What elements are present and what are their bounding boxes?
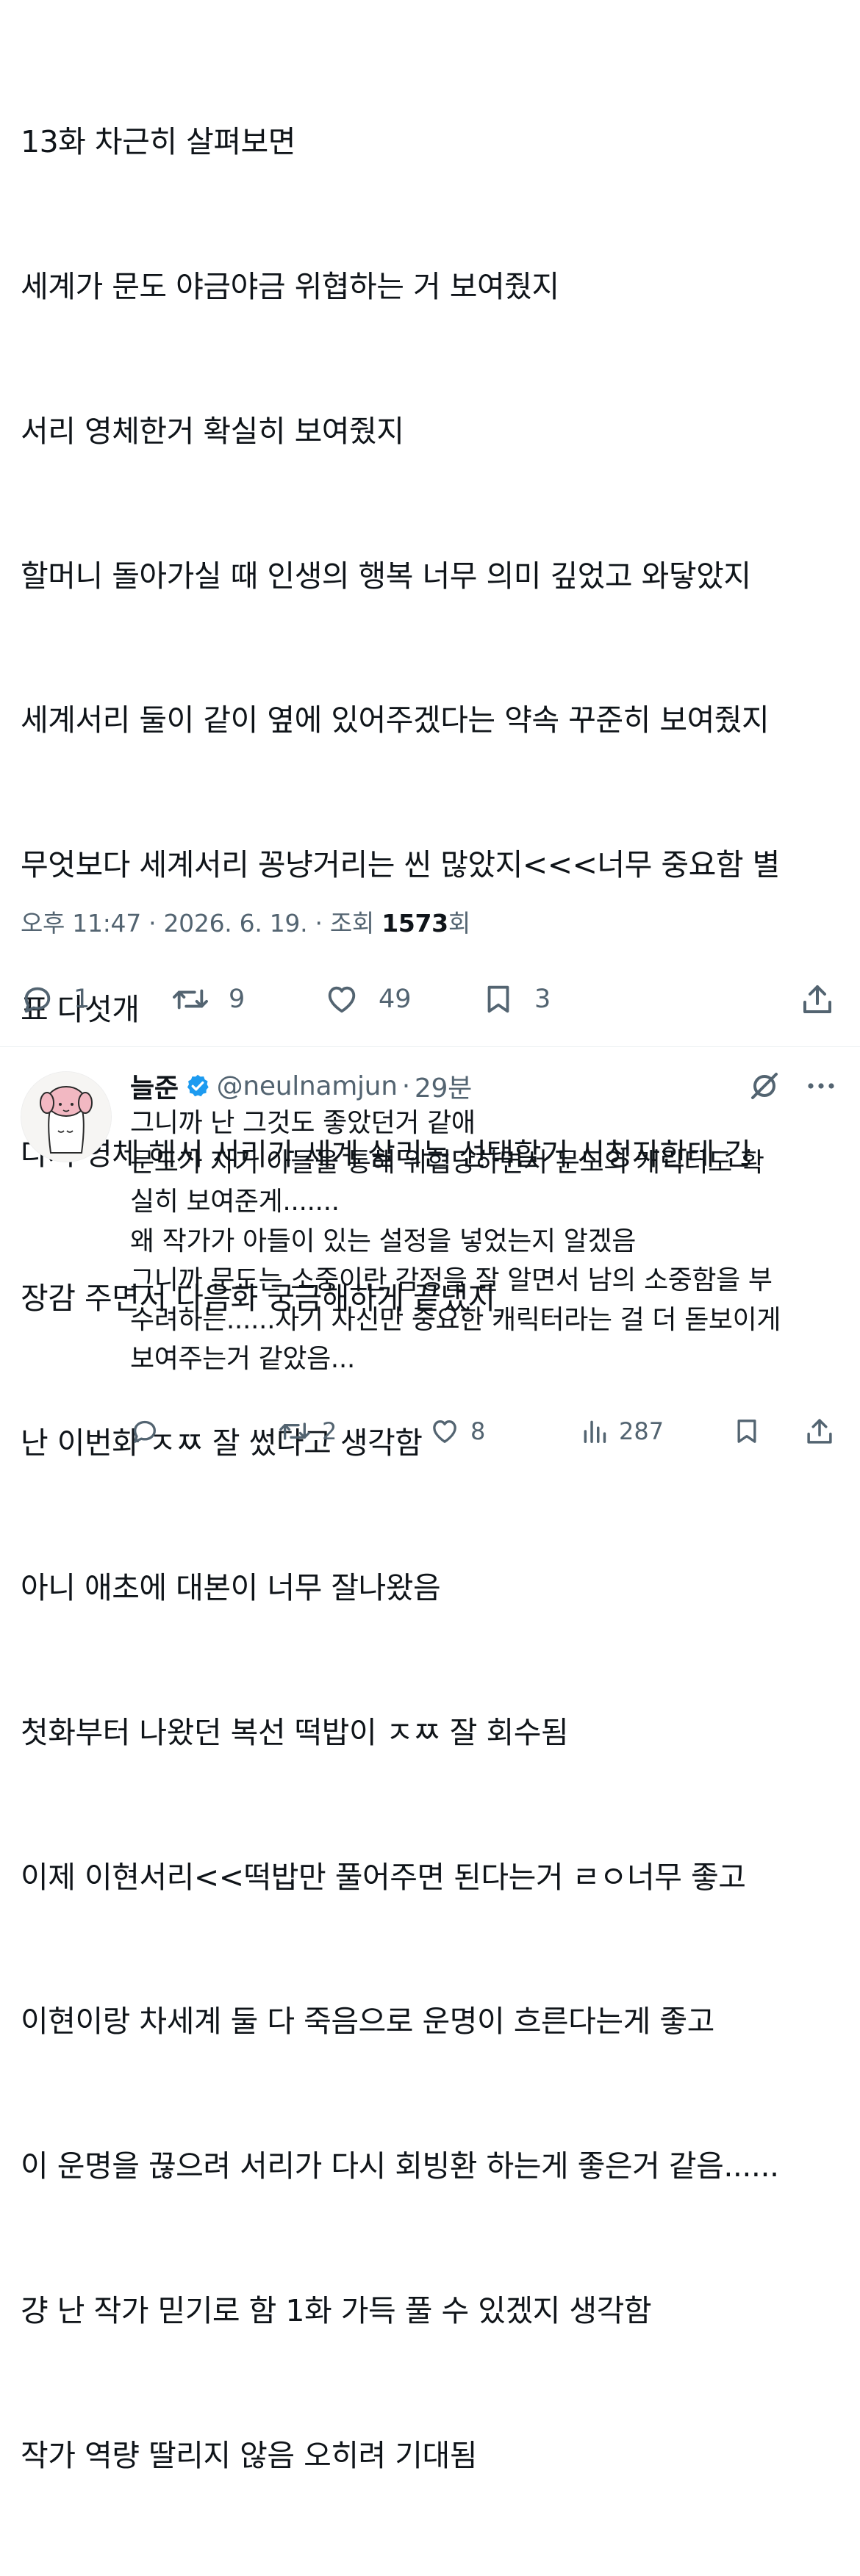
reply-icon — [130, 1417, 160, 1446]
views-icon — [581, 1417, 609, 1445]
bookmark-icon — [481, 982, 515, 1017]
reply-views-button[interactable]: 287 — [581, 1409, 664, 1453]
reply-like-button[interactable]: 8 — [429, 1409, 485, 1453]
reply-time[interactable]: 29분 — [415, 1067, 472, 1105]
divider — [0, 1046, 860, 1047]
like-icon — [429, 1417, 460, 1446]
reply-line: 그니까 난 그것도 좋았던거 같애 — [130, 1108, 476, 1138]
tweet-line: 작가 역량 딸리지 않음 오히려 기대됨 — [21, 2437, 477, 2473]
reply-reply-button[interactable] — [130, 1409, 170, 1453]
display-name[interactable]: 늘준 — [130, 1067, 179, 1105]
reply-line: 수려하는......자기 자신만 중요한 캐릭터라는 걸 더 돋보이게 — [130, 1304, 781, 1335]
reply-icon — [21, 982, 54, 1016]
reply-action-bar: 2 8 287 — [0, 1409, 860, 1453]
tweet-line: 세계가 문도 야금야금 위협하는 거 보여줬지 — [21, 268, 559, 304]
reply-retweet-count: 2 — [322, 1417, 337, 1445]
handle[interactable]: @neulnamjun — [217, 1071, 398, 1101]
reply-like-count: 8 — [470, 1417, 486, 1445]
reply-view-count: 287 — [619, 1417, 664, 1445]
more-icon[interactable] — [803, 1068, 839, 1104]
tweet-meta: 오후 11:47 · 2026. 6. 19. · 조회 1573회 — [21, 904, 470, 939]
retweet-icon — [278, 1417, 312, 1446]
tweet-line: 할머니 돌아가실 때 인생의 행복 너무 의미 깊었고 와닿았지 — [21, 558, 751, 594]
retweet-count: 9 — [229, 985, 246, 1014]
verified-badge-icon — [184, 1073, 211, 1099]
bookmark-button[interactable]: 3 — [481, 970, 551, 1029]
reply-line: 실히 보여준게....... — [130, 1187, 340, 1217]
tweet-line: 세계서리 둘이 같이 옆에 있어주겠다는 약속 꾸준히 보여줬지 — [21, 702, 770, 738]
share-icon — [800, 982, 835, 1017]
reply-line: 보여주는거 같았음... — [130, 1344, 355, 1374]
like-button[interactable]: 49 — [324, 970, 412, 1029]
reply-retweet-button[interactable]: 2 — [278, 1409, 337, 1453]
share-icon — [804, 1416, 835, 1447]
retweet-button[interactable]: 9 — [171, 970, 245, 1029]
reply-button[interactable]: 1 — [21, 970, 90, 1029]
tweet-line: 무엇보다 세계서리 꽁냥거리는 씬 많았지<<<너무 중요함 별 — [21, 847, 780, 883]
tweet-timestamp[interactable]: 오후 11:47 · 2026. 6. 19. · 조회 — [21, 909, 381, 938]
tweet-line: 이 운명을 끊으려 서리가 다시 회빙환 하는게 좋은거 같음...... — [21, 2148, 779, 2184]
reply-text: 그니까 난 그것도 좋았던거 같애 문도가 자기 아들을 통해 위협당하면서 문… — [130, 1104, 843, 1379]
reply-count: 1 — [74, 985, 90, 1014]
grok-icon[interactable] — [747, 1068, 782, 1104]
tweet-action-bar: 1 9 49 3 — [21, 970, 838, 1029]
share-button[interactable] — [800, 970, 835, 1029]
tweet-line: 첫화부터 나왔던 복선 떡밥이 ㅈㅉ 잘 회수됨 — [21, 1714, 569, 1750]
view-suffix: 회 — [448, 909, 470, 938]
reply-header: 늘준 @neulnamjun · 29분 — [130, 1068, 472, 1104]
reply-bookmark-button[interactable] — [732, 1409, 762, 1453]
reply-line: 문도가 자기 아들을 통해 위협당하면서 문도의 캐릭터도 확 — [130, 1147, 764, 1178]
separator-dot: · — [401, 1071, 410, 1101]
reply-line: 그니까 문도는 소중이란 감정을 잘 알면서 남의 소중함을 부 — [130, 1265, 773, 1295]
tweet-line: 걍 난 작가 믿기로 함 1화 가득 풀 수 있겠지 생각함 — [21, 2292, 652, 2328]
reply-share-button[interactable] — [804, 1409, 835, 1453]
tweet-line: 아니 애초에 대본이 너무 잘나왔음 — [21, 1570, 441, 1605]
tweet-line: 13화 차근히 살펴보면 — [21, 124, 296, 160]
like-count: 49 — [379, 985, 412, 1014]
view-count: 1573 — [381, 909, 448, 938]
tweet-line: 서리 영체한거 확실히 보여줬지 — [21, 413, 404, 449]
tweet-line: 이현이랑 차세계 둘 다 죽음으로 운명이 흐른다는게 좋고 — [21, 2004, 714, 2040]
bookmark-icon — [732, 1416, 762, 1447]
like-icon — [324, 982, 359, 1016]
avatar[interactable] — [21, 1071, 112, 1162]
retweet-icon — [171, 982, 209, 1016]
tweet-line: 이제 이현서리<<떡밥만 풀어주면 된다는거 ㄹㅇ너무 좋고 — [21, 1859, 746, 1895]
reply-line: 왜 작가가 아들이 있는 설정을 넣었는지 알겠음 — [130, 1226, 636, 1256]
bookmark-count: 3 — [534, 985, 551, 1014]
